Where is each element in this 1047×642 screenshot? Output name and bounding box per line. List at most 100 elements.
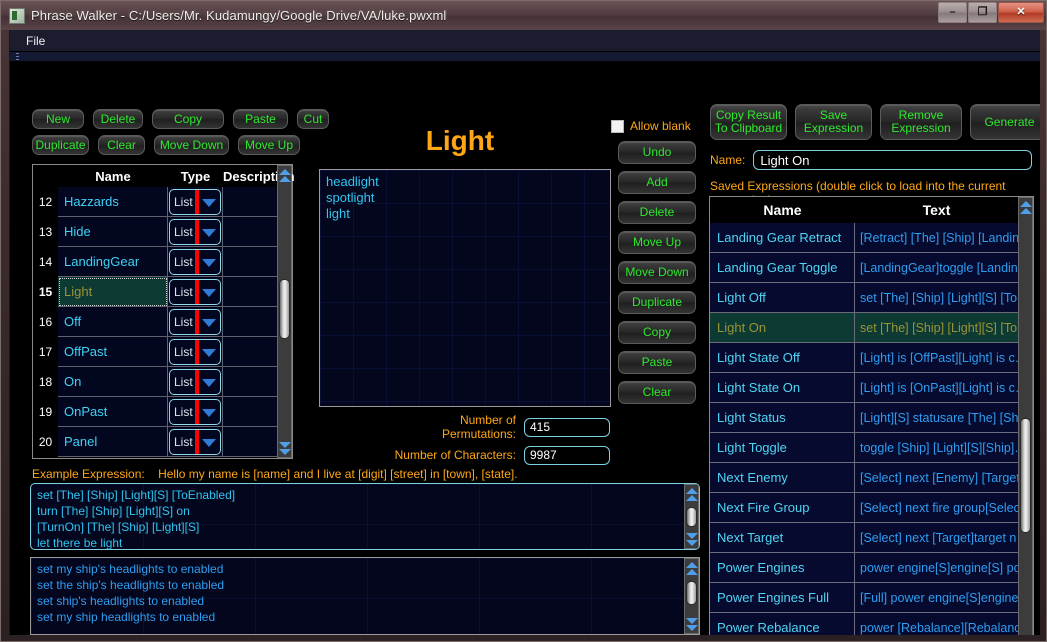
saved-row-name[interactable]: Light Status	[710, 403, 855, 433]
scroll-thumb[interactable]	[686, 507, 697, 527]
delete-phrase-button[interactable]: Delete	[618, 201, 696, 224]
saved-row-text[interactable]: power [Rebalance][Rebalanc…	[855, 613, 1018, 635]
paste-phrase-button[interactable]: Paste	[618, 351, 696, 374]
delete-button[interactable]: Delete	[93, 109, 143, 129]
table-row[interactable]: 20 Panel List	[33, 427, 277, 457]
saved-row-name[interactable]: Landing Gear Retract	[710, 223, 855, 253]
table-row[interactable]: 14 LandingGear List	[33, 247, 277, 277]
row-description[interactable]	[223, 307, 277, 337]
saved-row-name[interactable]: Next Target	[710, 523, 855, 553]
saved-row-name[interactable]: Light State On	[710, 373, 855, 403]
grid-header-type[interactable]: Type	[168, 169, 223, 184]
scroll-up-button[interactable]	[685, 485, 698, 503]
new-button[interactable]: New	[32, 109, 84, 129]
type-dropdown[interactable]: List	[169, 369, 221, 395]
expression-name-input[interactable]: Light On	[753, 150, 1033, 170]
move-down-phrase-button[interactable]: Move Down	[618, 261, 696, 284]
move-up-phrase-button[interactable]: Move Up	[618, 231, 696, 254]
table-row[interactable]: 15 Light List	[33, 277, 277, 307]
row-name[interactable]: OffPast	[58, 337, 168, 367]
type-dropdown[interactable]: List	[169, 399, 221, 425]
row-description[interactable]	[223, 277, 277, 307]
table-row[interactable]: Landing Gear Retract [Retract] [The] [Shi…	[710, 223, 1018, 253]
saved-row-text[interactable]: toggle [Ship] [Light][S][Ship]…	[855, 433, 1018, 463]
row-description[interactable]	[223, 367, 277, 397]
row-type[interactable]: List	[168, 277, 223, 307]
copy-result-to-clipboard-button[interactable]: Copy Result To Clipboard	[710, 104, 787, 140]
cut-button[interactable]: Cut	[297, 109, 329, 129]
table-row[interactable]: Light Toggle toggle [Ship] [Light][S][Shi…	[710, 433, 1018, 463]
row-type[interactable]: List	[168, 397, 223, 427]
saved-row-name[interactable]: Landing Gear Toggle	[710, 253, 855, 283]
phrase-grid[interactable]: Name Type Description 12 Hazzards List 13 Hi…	[32, 164, 295, 459]
table-row[interactable]: Light State On [Light] is [OnPast][Light]…	[710, 373, 1018, 403]
table-row[interactable]: Next Fire Group [Select] next fire group[…	[710, 493, 1018, 523]
type-dropdown[interactable]: List	[169, 219, 221, 245]
close-button[interactable]: ✕	[998, 2, 1044, 23]
saved-row-text[interactable]: set [The] [Ship] [Light][S] [To…	[855, 313, 1018, 343]
scroll-up-button[interactable]	[685, 559, 698, 577]
row-type[interactable]: List	[168, 217, 223, 247]
minimize-button[interactable]: –	[938, 2, 967, 23]
row-name[interactable]: Panel	[58, 427, 168, 457]
duplicate-phrase-button[interactable]: Duplicate	[618, 291, 696, 314]
row-description[interactable]	[223, 337, 277, 367]
grid-header-name[interactable]: Name	[58, 169, 168, 184]
table-row[interactable]: Light On set [The] [Ship] [Light][S] [To…	[710, 313, 1018, 343]
scroll-thumb[interactable]	[1020, 418, 1031, 533]
list-item[interactable]: headlight	[326, 174, 604, 190]
table-row[interactable]: 12 Hazzards List	[33, 187, 277, 217]
row-name[interactable]: On	[58, 367, 168, 397]
saved-row-name[interactable]: Power Rebalance	[710, 613, 855, 635]
saved-row-text[interactable]: power engine[S]engine[S] po…	[855, 553, 1018, 583]
permutations-field[interactable]: 415	[524, 417, 610, 437]
table-row[interactable]: 13 Hide List	[33, 217, 277, 247]
saved-header-name[interactable]: Name	[710, 202, 855, 218]
characters-field[interactable]: 9987	[524, 445, 610, 465]
result-output[interactable]: set my ship's headlights to enabled set t…	[30, 557, 700, 635]
row-description[interactable]	[223, 247, 277, 277]
saved-row-name[interactable]: Next Fire Group	[710, 493, 855, 523]
saved-row-name[interactable]: Light Toggle	[710, 433, 855, 463]
scroll-up-button[interactable]	[278, 166, 291, 184]
list-item[interactable]: spotlight	[326, 190, 604, 206]
allow-blank-checkbox-group[interactable]: Allow blank	[611, 119, 691, 133]
row-description[interactable]	[223, 187, 277, 217]
saved-expressions-scrollbar[interactable]	[1018, 197, 1033, 635]
scroll-down-button[interactable]	[685, 615, 698, 633]
expression-editor[interactable]: set [The] [Ship] [Light][S] [ToEnabled] t…	[30, 483, 700, 550]
row-description[interactable]	[223, 217, 277, 247]
saved-row-text[interactable]: [Select] next [Target]target n…	[855, 523, 1018, 553]
table-row[interactable]: Landing Gear Toggle [LandingGear]toggle […	[710, 253, 1018, 283]
table-row[interactable]: Light State Off [Light] is [OffPast][Ligh…	[710, 343, 1018, 373]
row-type[interactable]: List	[168, 247, 223, 277]
row-name[interactable]: Hazzards	[58, 187, 168, 217]
add-button[interactable]: Add	[618, 171, 696, 194]
saved-row-text[interactable]: [Full] power engine[S]engine…	[855, 583, 1018, 613]
scroll-up-button[interactable]	[1019, 198, 1032, 216]
saved-row-name[interactable]: Light Off	[710, 283, 855, 313]
maximize-button[interactable]: ❐	[968, 2, 997, 23]
row-description[interactable]	[223, 397, 277, 427]
saved-row-text[interactable]: [Light] is [OffPast][Light] is c…	[855, 343, 1018, 373]
type-dropdown[interactable]: List	[169, 429, 221, 455]
title-bar[interactable]: Phrase Walker - C:/Users/Mr. Kudamungy/G…	[1, 1, 1046, 30]
type-dropdown[interactable]: List	[169, 309, 221, 335]
menu-item-file[interactable]: File	[20, 33, 51, 49]
move-up-button[interactable]: Move Up	[238, 135, 300, 155]
saved-row-text[interactable]: [Select] next fire group[Selec…	[855, 493, 1018, 523]
table-row[interactable]: Light Off set [The] [Ship] [Light][S] [To…	[710, 283, 1018, 313]
row-type[interactable]: List	[168, 187, 223, 217]
table-row[interactable]: 17 OffPast List	[33, 337, 277, 367]
scroll-thumb[interactable]	[686, 581, 697, 605]
generate-button[interactable]: Generate	[970, 104, 1040, 140]
save-expression-button[interactable]: Save Expression	[795, 104, 872, 140]
row-name[interactable]: Hide	[58, 217, 168, 247]
scroll-down-button[interactable]	[278, 439, 291, 457]
type-dropdown[interactable]: List	[169, 249, 221, 275]
row-type[interactable]: List	[168, 427, 223, 457]
move-down-button[interactable]: Move Down	[154, 135, 229, 155]
phrase-list-box[interactable]: headlight spotlight light	[319, 169, 611, 407]
saved-row-text[interactable]: [Light] is [OnPast][Light] is c…	[855, 373, 1018, 403]
saved-row-name[interactable]: Light State Off	[710, 343, 855, 373]
